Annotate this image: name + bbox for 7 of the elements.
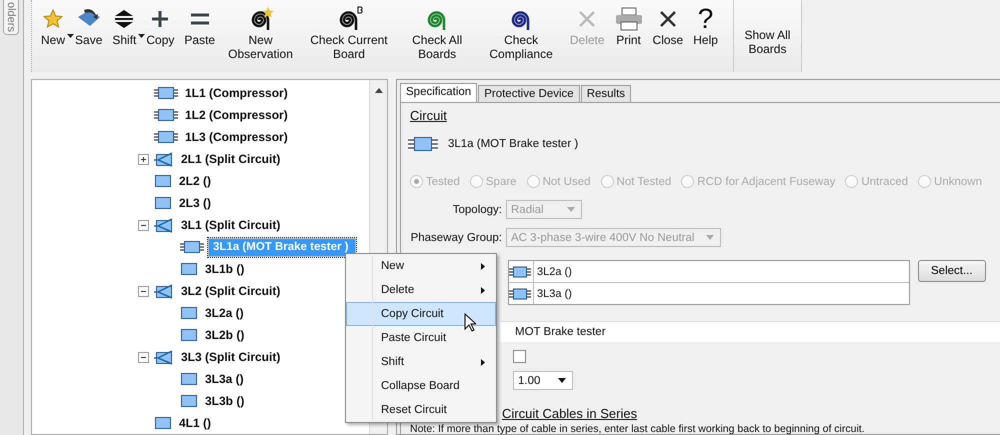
section-heading: Circuit Cables in Series (502, 406, 638, 421)
note-text: Note: If more than type of cable in series, enter last cable first working back to beginning of circuit. (410, 423, 866, 435)
field-label: Phaseway Group: (410, 232, 503, 244)
section-heading: Circuit (410, 108, 448, 123)
field-label: Topology: (452, 204, 503, 216)
circuit-name: 3L1a (MOT Brake tester ) (448, 138, 578, 150)
question-mark-icon: ? (698, 4, 714, 34)
